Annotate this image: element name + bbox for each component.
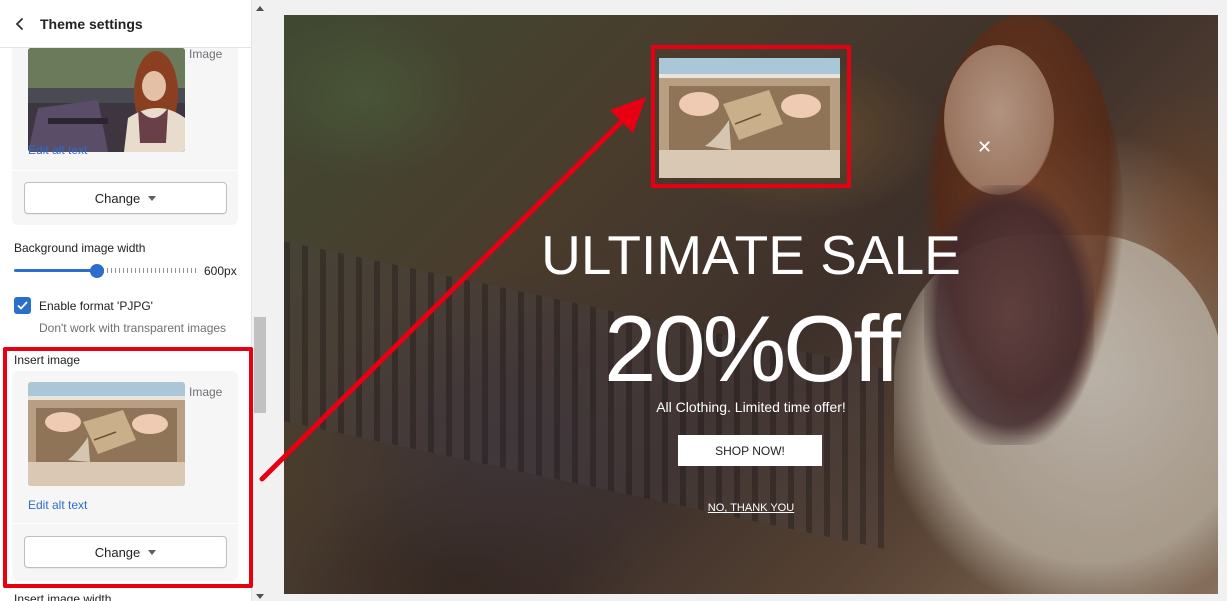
- caret-down-icon: [148, 549, 157, 555]
- background-width-label: Background image width: [14, 241, 146, 255]
- slider-fill: [14, 269, 97, 272]
- panel-header: Theme settings: [0, 0, 251, 48]
- popup-inserted-image: [659, 58, 840, 178]
- change-image-button[interactable]: Change: [24, 182, 227, 214]
- background-width-value: 600px: [204, 264, 237, 278]
- edit-alt-text-link[interactable]: Edit alt text: [28, 143, 87, 157]
- scrollbar-thumb[interactable]: [254, 317, 266, 413]
- edit-alt-text-link[interactable]: Edit alt text: [28, 498, 87, 512]
- change-button-label: Change: [94, 544, 141, 560]
- background-width-slider[interactable]: [14, 264, 198, 278]
- background-image-card: Image Edit alt text Change: [12, 30, 238, 225]
- popup-discount: 20%Off: [604, 296, 901, 401]
- pjpg-help-text: Don't work with transparent images: [39, 321, 227, 335]
- image-type-label: Image: [189, 47, 223, 61]
- scroll-down-icon[interactable]: [256, 594, 264, 599]
- no-thank-you-link[interactable]: NO, THANK YOU: [284, 502, 1218, 514]
- popup-preview: ✕ ULTIMATE SALE 20%Off All Clothing. Lim…: [284, 15, 1218, 594]
- panel-scrollbar[interactable]: [252, 0, 268, 601]
- theme-settings-panel: Image Edit alt text Change Theme setting…: [0, 0, 252, 601]
- page-title: Theme settings: [40, 15, 143, 32]
- insert-image-label: Insert image: [14, 353, 81, 367]
- insert-image-width-label: Insert image width: [14, 592, 112, 601]
- pjpg-checkbox[interactable]: [14, 297, 31, 314]
- popup-title: ULTIMATE SALE: [541, 224, 961, 286]
- change-image-button[interactable]: Change: [24, 536, 227, 568]
- slider-handle[interactable]: [90, 264, 104, 278]
- chevron-left-icon: [15, 17, 23, 30]
- caret-down-icon: [148, 195, 157, 201]
- image-type-label: Image: [189, 385, 223, 399]
- checkmark-icon: [17, 301, 28, 310]
- background-image-thumbnail[interactable]: [28, 48, 185, 152]
- model-face-background: [944, 45, 1054, 195]
- popup-subtitle: All Clothing. Limited time offer!: [656, 399, 846, 415]
- pjpg-label: Enable format 'PJPG': [39, 299, 153, 313]
- close-icon[interactable]: ✕: [977, 137, 992, 158]
- scroll-up-icon[interactable]: [256, 6, 264, 11]
- insert-image-thumbnail[interactable]: [28, 382, 185, 486]
- shop-now-button[interactable]: SHOP NOW!: [678, 435, 822, 466]
- slider-track[interactable]: [103, 268, 198, 273]
- card-divider: [12, 523, 238, 524]
- card-divider: [12, 170, 238, 171]
- insert-image-card: Image Edit alt text Change: [12, 371, 238, 581]
- change-button-label: Change: [94, 190, 141, 206]
- back-button[interactable]: [0, 0, 40, 48]
